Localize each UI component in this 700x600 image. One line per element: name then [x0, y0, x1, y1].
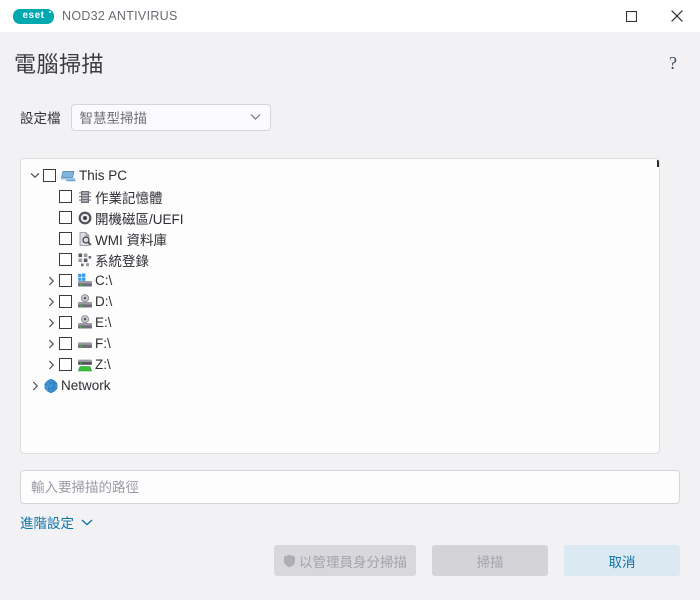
globe-icon	[43, 378, 59, 394]
tree-item-label: D:\	[95, 294, 113, 309]
profile-label: 設定檔	[20, 111, 61, 126]
tree-item-checkbox[interactable]	[59, 337, 72, 350]
cancel-button[interactable]: 取消	[564, 545, 680, 576]
tree-item-label: 開機磁區/UEFI	[95, 211, 184, 227]
chevron-right-icon[interactable]	[43, 360, 59, 370]
tree-item-checkbox[interactable]	[59, 316, 72, 329]
tree-row[interactable]: D:\	[21, 291, 659, 312]
scan-target-tree-panel[interactable]: This PC 作業記憶體 開機磁區/UEFI WMI 資料庫 系統登錄 C:\…	[20, 158, 660, 454]
chevron-down-icon	[81, 518, 93, 526]
network-drive-icon	[77, 357, 93, 373]
tree-item-label: C:\	[95, 273, 113, 288]
tree-item-label: E:\	[95, 315, 112, 330]
advanced-settings-toggle[interactable]: 進階設定	[20, 512, 93, 532]
registry-icon	[77, 252, 93, 268]
memory-icon	[77, 189, 93, 205]
help-icon[interactable]: ?	[660, 50, 686, 76]
page-title: 電腦掃描	[14, 52, 105, 77]
chevron-down-icon[interactable]	[27, 172, 43, 179]
windows-drive-icon	[77, 273, 93, 289]
tree-item-label: F:\	[95, 336, 111, 351]
tree-item-checkbox[interactable]	[59, 253, 72, 266]
tree-item-label: Network	[61, 378, 111, 393]
eset-logo-text: eset	[22, 10, 45, 21]
optical-drive-icon	[77, 314, 93, 331]
tree-row[interactable]: Network	[21, 375, 659, 396]
profile-row: 設定檔 智慧型掃描	[0, 102, 700, 132]
tree-item-checkbox[interactable]	[59, 211, 72, 224]
disc-icon	[77, 210, 93, 226]
maximize-button[interactable]	[608, 0, 654, 32]
tree-item-label: 系統登錄	[95, 253, 149, 269]
chevron-right-icon[interactable]	[43, 297, 59, 307]
tree-item-label: This PC	[79, 168, 128, 183]
scan-path-input[interactable]	[20, 470, 680, 504]
close-button[interactable]	[654, 0, 700, 32]
tree-row[interactable]: E:\	[21, 312, 659, 333]
chevron-right-icon[interactable]	[43, 339, 59, 349]
brand-area: eset NOD32 ANTIVIRUS	[0, 8, 178, 24]
tree-item-label: WMI 資料庫	[95, 232, 167, 248]
scan-as-admin-button[interactable]: 以管理員身分掃描	[274, 545, 416, 576]
tree-row[interactable]: F:\	[21, 333, 659, 354]
tree-item-checkbox[interactable]	[59, 295, 72, 308]
profile-select[interactable]: 智慧型掃描	[70, 103, 271, 131]
scan-target-tree: This PC 作業記憶體 開機磁區/UEFI WMI 資料庫 系統登錄 C:\…	[21, 159, 659, 396]
tree-row[interactable]: C:\	[21, 270, 659, 291]
tree-item-checkbox[interactable]	[59, 274, 72, 287]
tree-item-label: 作業記憶體	[95, 190, 163, 206]
tree-row[interactable]: 系統登錄	[21, 249, 659, 270]
dialog-footer: 以管理員身分掃描 掃描 取消	[0, 545, 700, 576]
scrollbar-thumb[interactable]	[657, 160, 659, 167]
cancel-button-label: 取消	[608, 554, 636, 570]
scan-as-admin-label: 以管理員身分掃描	[299, 554, 407, 570]
tree-row[interactable]: Z:\	[21, 354, 659, 375]
wmi-database-icon	[77, 231, 93, 247]
chevron-down-icon	[250, 114, 260, 120]
optical-drive-icon	[77, 293, 93, 310]
chevron-right-icon[interactable]	[43, 276, 59, 286]
tree-item-label: Z:\	[95, 357, 111, 372]
tree-item-checkbox[interactable]	[59, 358, 72, 371]
scan-button[interactable]: 掃描	[432, 545, 548, 576]
tree-row[interactable]: 作業記憶體	[21, 186, 659, 207]
tree-item-checkbox[interactable]	[59, 232, 72, 245]
hard-drive-icon	[77, 336, 93, 352]
title-bar: eset NOD32 ANTIVIRUS	[0, 0, 700, 32]
maximize-icon	[625, 10, 637, 22]
computer-icon	[61, 168, 77, 184]
profile-select-value: 智慧型掃描	[79, 111, 148, 126]
shield-icon	[283, 554, 296, 568]
scan-button-label: 掃描	[476, 554, 504, 570]
chevron-right-icon[interactable]	[43, 318, 59, 328]
tree-item-checkbox[interactable]	[59, 190, 72, 203]
window-controls	[608, 0, 700, 32]
product-name: NOD32 ANTIVIRUS	[62, 9, 178, 23]
tree-row[interactable]: 開機磁區/UEFI	[21, 207, 659, 228]
tree-item-checkbox[interactable]	[43, 169, 56, 182]
page-header: 電腦掃描 ?	[0, 32, 700, 94]
advanced-settings-label: 進階設定	[20, 516, 74, 531]
tree-row[interactable]: This PC	[21, 165, 659, 186]
close-icon	[671, 10, 683, 22]
tree-row[interactable]: WMI 資料庫	[21, 228, 659, 249]
chevron-right-icon[interactable]	[27, 381, 43, 391]
eset-logo-icon: eset	[13, 8, 54, 24]
